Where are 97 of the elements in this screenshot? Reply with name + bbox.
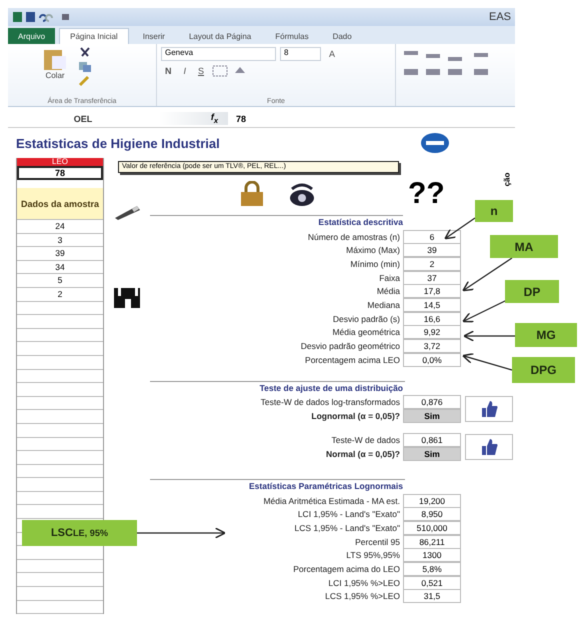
value-cell: 2 xyxy=(403,256,461,271)
thumbs-up-icon xyxy=(479,400,499,418)
value-cell: 3,72 xyxy=(403,339,461,354)
italic-button[interactable]: I xyxy=(180,66,190,76)
callout-arrow xyxy=(444,218,476,240)
borders-icon[interactable] xyxy=(212,65,228,77)
section-title: Estatística descritiva xyxy=(150,215,403,230)
data-cell[interactable]: 5 xyxy=(17,274,103,288)
file-tab[interactable]: Arquivo xyxy=(8,28,56,44)
value-cell: 19,200 xyxy=(403,494,461,508)
row-label: Lognormal (α = 0,05)? xyxy=(310,410,401,421)
callout-tooltip: MA xyxy=(490,235,558,258)
sheet-title: Estatisticas de Higiene Industrial xyxy=(16,136,221,150)
value-cell: 1300 xyxy=(403,548,461,562)
column-header: Dados da amostra xyxy=(17,188,103,220)
leo-value-cell[interactable]: 78 xyxy=(17,166,103,180)
save-icon[interactable] xyxy=(113,287,141,309)
callout-tooltip: MG xyxy=(515,323,577,347)
row-label: Teste-W de dados xyxy=(330,435,401,446)
quick-access-toolbar-drawing[interactable] xyxy=(12,11,72,23)
value-cell: 9,92 xyxy=(403,325,461,340)
font-family-field[interactable]: Geneva xyxy=(161,47,276,61)
row-label: Mediana xyxy=(366,300,401,310)
callout-tooltip: DPG xyxy=(512,357,575,383)
row-label: LCS 1,95% - Land's "Exato" xyxy=(294,522,401,533)
callout-tooltip: DP xyxy=(505,280,559,303)
value-cell: 510,000 xyxy=(403,520,461,535)
row-label: Teste-W de dados log-transformados xyxy=(260,397,401,408)
ribbon-tab[interactable]: Página Inicial xyxy=(59,28,129,44)
help-text: ?? xyxy=(408,179,445,209)
value-cell: 6 xyxy=(403,230,461,244)
value-cell: 31,5 xyxy=(403,589,461,604)
row-label: Mínimo (min) xyxy=(349,258,401,269)
scissors-icon[interactable] xyxy=(78,47,92,59)
padlock-icon[interactable] xyxy=(238,181,266,207)
value-cell: 14,5 xyxy=(403,298,461,312)
row-label: LCI 1,95% %>LEO xyxy=(327,578,401,588)
underline-button[interactable]: S xyxy=(194,66,208,76)
ribbon-tab[interactable]: Inserir xyxy=(132,28,175,44)
value-cell: 16,6 xyxy=(403,312,461,326)
row-label: Normal (α = 0,05)? xyxy=(325,449,401,460)
data-cell[interactable]: 39 xyxy=(17,247,103,261)
result-cell: Sim xyxy=(403,447,461,462)
grow-font-button[interactable]: A xyxy=(325,49,340,59)
value-cell: 0,0% xyxy=(403,352,461,367)
brush-icon[interactable] xyxy=(78,75,92,87)
data-cell[interactable]: 24 xyxy=(17,220,103,234)
value-cell: 0,876 xyxy=(403,395,461,410)
data-cell[interactable]: 2 xyxy=(17,288,103,302)
minus-icon[interactable] xyxy=(420,132,450,154)
row-label: Média xyxy=(376,286,401,296)
value-cell: 86,211 xyxy=(403,534,461,549)
thumbs-up-button[interactable] xyxy=(465,396,513,422)
name-box[interactable]: OEL xyxy=(8,114,158,124)
ribbon-tab[interactable]: Dado xyxy=(322,28,362,44)
callout-arrow xyxy=(462,353,512,371)
row-label: LCS 1,95% %>LEO xyxy=(324,591,401,602)
row-label: Média Aritmética Estimada - MA est. xyxy=(262,496,401,506)
row-label: Número de amostras (n) xyxy=(306,232,401,242)
section-title: Teste de ajuste de uma distribuição xyxy=(258,382,403,395)
clipboard-icon xyxy=(42,47,68,71)
row-label: Percentil 95 xyxy=(354,536,401,547)
value-cell: 0,861 xyxy=(403,433,461,448)
formula-field[interactable]: 78 xyxy=(228,114,246,124)
leo-label: LEO xyxy=(17,158,103,166)
bold-button[interactable]: N xyxy=(161,66,176,76)
data-cell[interactable]: 3 xyxy=(17,234,103,248)
row-label: Máximo (Max) xyxy=(345,245,401,256)
section-title: Estatísticas Paramétricas Lognormais xyxy=(248,480,403,493)
thumbs-up-button[interactable] xyxy=(465,434,513,460)
result-cell: Sim xyxy=(403,408,461,423)
row-label: LCI 1,95% - Land's "Exato" xyxy=(296,509,401,520)
row-label: Desvio padrão (s) xyxy=(332,314,401,324)
value-cell: 17,8 xyxy=(403,284,461,298)
row-label: Faixa xyxy=(378,272,401,283)
paste-button[interactable]: Colar xyxy=(12,47,74,87)
value-cell: 0,521 xyxy=(403,576,461,590)
row-label: Média geométrica xyxy=(331,327,401,338)
font-size-field[interactable]: 8 xyxy=(280,47,321,61)
side-text: ção xyxy=(502,172,512,186)
data-cell[interactable]: 34 xyxy=(17,260,103,274)
row-label: Porcentagem acima do LEO xyxy=(292,564,401,574)
row-label: Desvio padrão geométrico xyxy=(300,341,401,352)
ribbon-tab[interactable]: Fórmulas xyxy=(265,28,319,44)
row-label: LTS 95%,95% xyxy=(345,550,401,560)
callout-arrow xyxy=(462,299,508,322)
value-cell: 37 xyxy=(403,270,461,285)
callout-tooltip: n xyxy=(475,200,513,222)
callout-arrow xyxy=(462,258,512,292)
value-cell: 39 xyxy=(403,243,461,258)
row-label: Porcentagem acima LEO xyxy=(304,354,401,365)
value-cell: 8,950 xyxy=(403,507,461,522)
callout-arrow xyxy=(463,330,515,342)
value-cell: 5,8% xyxy=(403,562,461,576)
ribbon-tab[interactable]: Layout da Página xyxy=(178,28,262,44)
window-title: EAS xyxy=(488,11,511,23)
thumbs-up-icon xyxy=(479,438,499,456)
